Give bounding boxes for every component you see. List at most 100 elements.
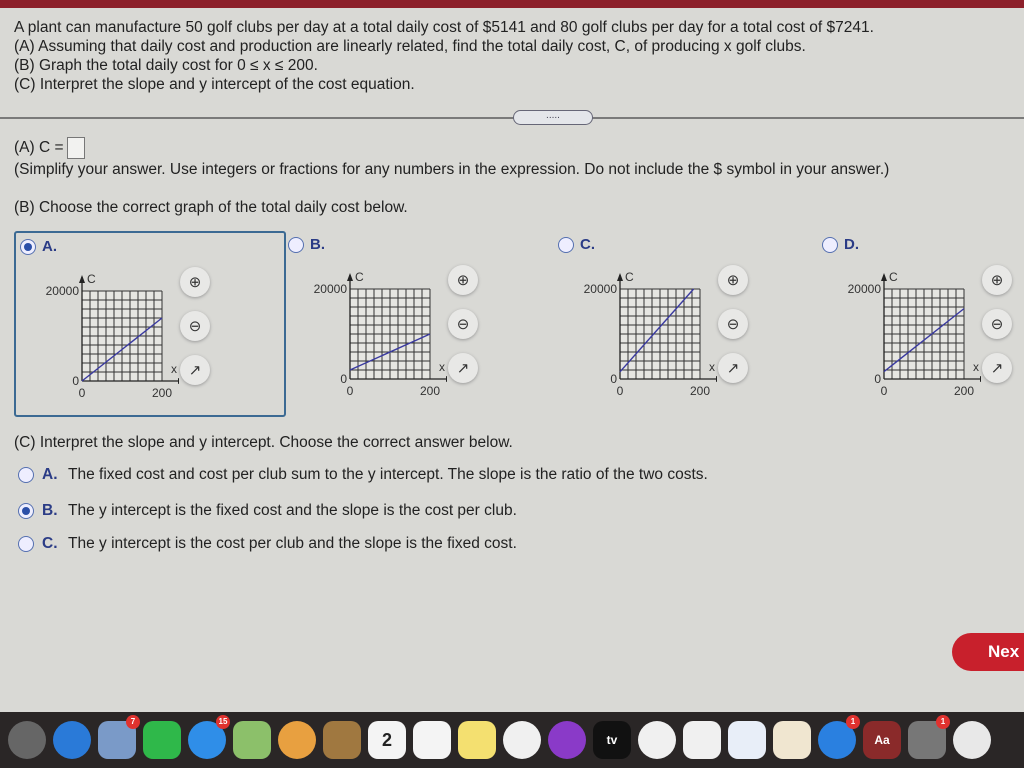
zoom-out-icon[interactable]: ⊖ — [180, 311, 210, 341]
choice-letter: B. — [42, 502, 58, 519]
open-external-icon[interactable]: ↗ — [982, 353, 1012, 383]
option-letter: A. — [42, 238, 57, 255]
news-icon[interactable] — [638, 721, 676, 759]
chrome-icon[interactable] — [953, 721, 991, 759]
safari-icon[interactable] — [53, 721, 91, 759]
notification-badge: 1 — [936, 715, 950, 729]
radio-button[interactable] — [20, 238, 36, 255]
zoom-in-icon[interactable]: ⊕ — [448, 265, 478, 295]
option-letter: B. — [310, 236, 325, 253]
launchpad-icon[interactable] — [8, 721, 46, 759]
option-header[interactable]: D. — [822, 236, 859, 253]
radio-button[interactable] — [822, 236, 838, 253]
x-axis-label: x — [439, 360, 445, 374]
answer-choice-c[interactable]: C. The y intercept is the cost per club a… — [18, 535, 517, 553]
option-header[interactable]: C. — [558, 236, 595, 253]
answer-choice-b[interactable]: B. The y intercept is the fixed cost and … — [18, 502, 517, 520]
answer-input[interactable] — [66, 137, 85, 159]
y-axis-label: C — [625, 270, 634, 284]
problem-statement: A plant can manufacture 50 golf clubs pe… — [14, 18, 874, 94]
y-axis-arrow — [881, 273, 887, 281]
photos-icon[interactable] — [278, 721, 316, 759]
cost-graph: 2000000 200Cx — [46, 272, 179, 400]
x-tick-label: 0 — [617, 384, 624, 398]
choice-text: The fixed cost and cost per club sum to … — [68, 466, 708, 483]
podcasts-icon[interactable] — [548, 721, 586, 759]
part-c-prompt: (C) Interpret the slope and y intercept.… — [14, 434, 513, 451]
y-axis-label: C — [889, 270, 898, 284]
graph-option-c[interactable]: C. ⊕ ⊖ ↗ 20000 0 0 200 Cx — [554, 231, 826, 417]
x-tick-label: 0 — [79, 386, 86, 400]
icon-label: 2 — [381, 729, 392, 750]
answer-choice-a[interactable]: A. The fixed cost and cost per club sum t… — [18, 466, 708, 484]
radio-button[interactable] — [18, 503, 34, 519]
keynote-icon[interactable] — [728, 721, 766, 759]
y-axis-arrow — [79, 275, 85, 283]
divider — [0, 117, 1024, 119]
x-axis-label: x — [709, 360, 715, 374]
graph-option-b[interactable]: B. ⊕ ⊖ ↗ 20000 0 0 200 Cx — [284, 231, 556, 417]
dock: 7 15 2 tv 1 Aa 1 — [0, 712, 1024, 768]
zoom-in-icon[interactable]: ⊕ — [718, 265, 748, 295]
x-tick-label: 200 — [420, 384, 440, 398]
next-button[interactable]: Nex — [952, 633, 1024, 671]
zoom-out-icon[interactable]: ⊖ — [982, 309, 1012, 339]
x-axis-arrow — [178, 378, 179, 384]
top-bar — [0, 0, 1024, 8]
graph-option-d[interactable]: D. ⊕ ⊖ ↗ 20000 0 0 200 Cx — [818, 231, 1024, 417]
system-preferences-icon[interactable]: 1 — [908, 715, 950, 759]
notification-badge: 7 — [126, 715, 140, 729]
zoom-in-icon[interactable]: ⊕ — [180, 267, 210, 297]
x-tick-label: 200 — [152, 386, 172, 400]
notification-badge: 1 — [846, 715, 860, 729]
radio-button[interactable] — [18, 536, 34, 552]
divider-handle[interactable]: ..... — [513, 110, 593, 125]
problem-line: (C) Interpret the slope and y intercept … — [14, 76, 415, 93]
facetime-icon[interactable] — [143, 721, 181, 759]
notes-icon[interactable] — [458, 721, 496, 759]
open-external-icon[interactable]: ↗ — [448, 353, 478, 383]
cost-graph: 2000000 200Cx — [848, 270, 981, 398]
radio-button[interactable] — [558, 236, 574, 253]
pages-icon[interactable] — [773, 721, 811, 759]
contacts-icon[interactable] — [323, 721, 361, 759]
x-tick-label: 0 — [347, 384, 354, 398]
y-axis-label: C — [355, 270, 364, 284]
zoom-out-icon[interactable]: ⊖ — [448, 309, 478, 339]
calendar-icon[interactable]: 2 — [368, 721, 406, 759]
problem-line: A plant can manufacture 50 golf clubs pe… — [14, 19, 874, 36]
zoom-out-icon[interactable]: ⊖ — [718, 309, 748, 339]
x-axis-arrow — [446, 376, 447, 382]
choice-letter: A. — [42, 466, 58, 483]
part-a-label: (A) C = — [14, 139, 64, 156]
x-axis-arrow — [980, 376, 981, 382]
zoom-in-icon[interactable]: ⊕ — [982, 265, 1012, 295]
open-external-icon[interactable]: ↗ — [718, 353, 748, 383]
option-letter: C. — [580, 236, 595, 253]
reminders-icon[interactable] — [413, 721, 451, 759]
tv-icon[interactable]: tv — [593, 721, 631, 759]
problem-line: (A) Assuming that daily cost and product… — [14, 38, 806, 55]
radio-button[interactable] — [18, 467, 34, 483]
graph-option-a[interactable]: A. ⊕ ⊖ ↗ 20000 0 0 200 Cx — [14, 231, 286, 417]
icon-label: tv — [606, 733, 618, 747]
messages-icon[interactable]: 15 — [188, 715, 230, 759]
numbers-icon[interactable] — [683, 721, 721, 759]
radio-button[interactable] — [288, 236, 304, 253]
icon-label: Aa — [874, 733, 890, 747]
music-icon[interactable] — [503, 721, 541, 759]
y-tick-label: 20000 — [314, 282, 348, 296]
cost-graph: 2000000 200Cx — [314, 270, 447, 398]
dictionary-icon[interactable]: Aa — [863, 721, 901, 759]
notification-badge: 15 — [216, 715, 230, 729]
app-store-icon[interactable]: 1 — [818, 715, 860, 759]
cost-graph: 2000000 200Cx — [584, 270, 717, 398]
option-header[interactable]: B. — [288, 236, 325, 253]
option-letter: D. — [844, 236, 859, 253]
open-external-icon[interactable]: ↗ — [180, 355, 210, 385]
y-tick-label: 20000 — [848, 282, 882, 296]
option-header[interactable]: A. — [20, 238, 57, 255]
choice-text: The y intercept is the cost per club and… — [68, 535, 517, 552]
mail-icon[interactable]: 7 — [98, 715, 140, 759]
maps-icon[interactable] — [233, 721, 271, 759]
